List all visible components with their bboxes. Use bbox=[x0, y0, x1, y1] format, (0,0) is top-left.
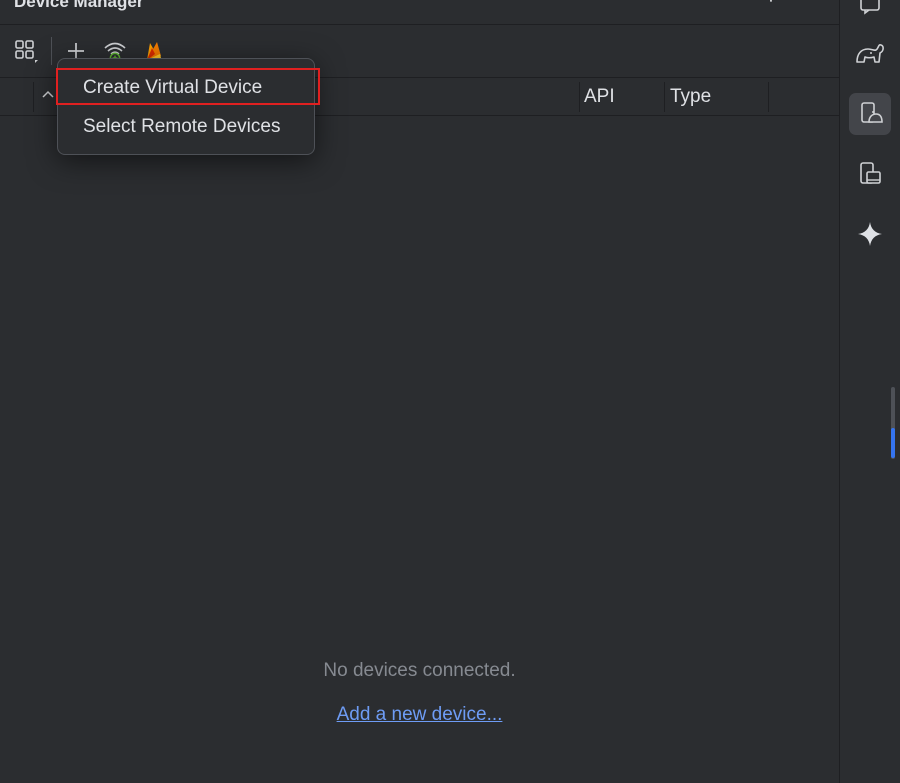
gemini-button[interactable] bbox=[849, 213, 891, 255]
device-manager-icon bbox=[861, 102, 883, 123]
menu-item-create-virtual-device[interactable]: Create Virtual Device bbox=[83, 77, 262, 99]
window-title: Device Manager bbox=[14, 0, 144, 11]
title-bar: Device Manager ⋮ bbox=[0, 0, 839, 25]
column-divider bbox=[664, 82, 665, 112]
gradle-button[interactable] bbox=[849, 33, 891, 75]
empty-state-message: No devices connected. bbox=[323, 660, 516, 681]
device-grid-button[interactable] bbox=[12, 37, 40, 65]
column-header-type[interactable]: Type bbox=[670, 86, 711, 108]
gradle-elephant-icon bbox=[856, 44, 884, 63]
add-new-device-link[interactable]: Add a new device... bbox=[0, 704, 839, 726]
more-options-icon[interactable]: ⋮ bbox=[762, 0, 780, 5]
device-manager-button[interactable] bbox=[849, 93, 891, 135]
device-manager-panel: Device Manager ⋮ bbox=[0, 0, 839, 783]
toolbar-separator bbox=[51, 37, 52, 65]
device-grid-icon bbox=[15, 40, 38, 63]
chevron-up-icon[interactable] bbox=[41, 88, 55, 102]
column-divider bbox=[33, 82, 34, 112]
column-divider bbox=[579, 82, 580, 112]
add-device-menu: Create Virtual Device Select Remote Devi… bbox=[57, 58, 315, 155]
column-header-api[interactable]: API bbox=[584, 86, 615, 108]
menu-item-select-remote-devices[interactable]: Select Remote Devices bbox=[83, 116, 280, 138]
running-devices-button[interactable] bbox=[849, 153, 891, 195]
gemini-sparkle-icon bbox=[858, 222, 882, 246]
running-devices-icon bbox=[860, 162, 881, 184]
notifications-icon bbox=[860, 0, 880, 15]
notifications-button[interactable] bbox=[849, 0, 891, 24]
column-divider bbox=[768, 82, 769, 112]
right-tool-window-bar bbox=[839, 0, 900, 783]
scrollbar-thumb[interactable] bbox=[891, 428, 895, 458]
